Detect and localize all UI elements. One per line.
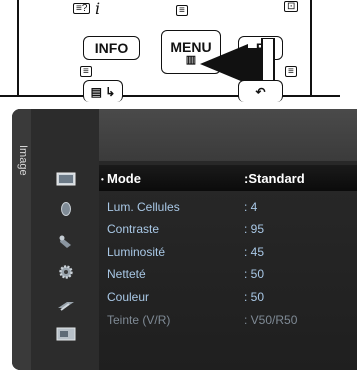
application-icon[interactable]: [56, 326, 76, 342]
sound-icon[interactable]: [56, 201, 76, 217]
row-label: Netteté: [107, 267, 146, 281]
row-value: : 50: [244, 290, 265, 304]
picture-menu-osd: Image • Mode :Standard Lum. Cellules : 4…: [12, 109, 357, 370]
osd-header-band: [99, 109, 357, 161]
row-value: :Standard: [244, 171, 305, 186]
teletext-icon: ≡?: [73, 3, 91, 14]
input-icon[interactable]: [56, 297, 76, 313]
side-tab: Image: [12, 109, 31, 370]
row-value: : 4: [244, 200, 258, 214]
ttx-reveal-icon: ≡: [285, 66, 297, 77]
row-label: Lum. Cellules: [107, 200, 180, 214]
picture-icon[interactable]: [56, 171, 76, 187]
ttx-cancel-icon: ⊡: [284, 1, 299, 12]
row-label: Mode: [107, 171, 141, 186]
lower-left-button[interactable]: ▤ ↳: [83, 80, 123, 102]
info-i-icon: i: [95, 0, 101, 18]
row-value: : 45: [244, 245, 265, 259]
ttx-mix-icon: ≡: [176, 5, 188, 16]
setup-icon[interactable]: [56, 264, 76, 280]
menu-grid-icon: ▥: [185, 53, 197, 66]
remote-divider: [0, 95, 340, 97]
info-button-label: INFO: [94, 40, 129, 56]
menu-row-sharpness[interactable]: Netteté : 50: [107, 267, 357, 287]
ttx-size-icon: ≡: [80, 66, 92, 77]
remote-illustration: ≡? i ≡ ⊡ INFO MENU ▥ E ≡ ≡ ▤ ↳ ↶: [0, 0, 357, 102]
row-label: Teinte (V/R): [107, 313, 171, 327]
row-value: : V50/R50: [244, 313, 298, 327]
return-icon: ↶: [255, 84, 266, 99]
menu-row-contrast[interactable]: Contraste : 95: [107, 222, 357, 242]
row-label: Luminosité: [107, 245, 166, 259]
menu-row-cell-light[interactable]: Lum. Cellules : 4: [107, 200, 357, 220]
selection-bullet-icon: •: [101, 175, 104, 184]
info-button[interactable]: INFO: [83, 36, 140, 60]
side-tab-label: Image: [17, 145, 29, 176]
menu-row-color[interactable]: Couleur : 50: [107, 290, 357, 310]
menu-row-mode[interactable]: • Mode :Standard: [101, 171, 357, 191]
row-value: : 50: [244, 267, 265, 281]
menu-row-brightness[interactable]: Luminosité : 45: [107, 245, 357, 265]
ttx-index-icon: ▤ ↳: [90, 84, 116, 99]
menu-row-tint: Teinte (V/R) : V50/R50: [107, 313, 357, 333]
row-label: Couleur: [107, 290, 150, 304]
row-label: Contraste: [107, 222, 160, 236]
return-button[interactable]: ↶: [238, 80, 283, 102]
row-value: : 95: [244, 222, 265, 236]
channel-icon[interactable]: [56, 234, 76, 250]
